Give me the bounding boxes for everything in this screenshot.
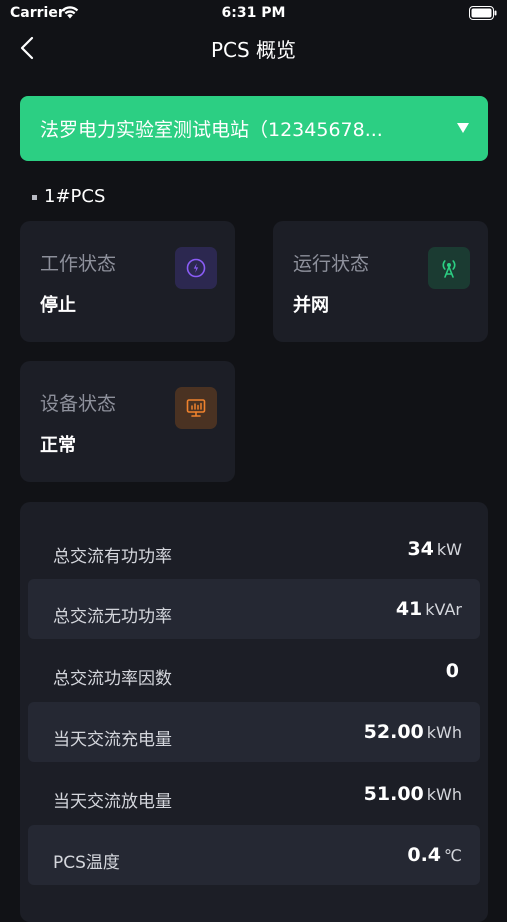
page-title: PCS 概览 xyxy=(210,38,297,62)
metric-unit: ℃ xyxy=(444,846,462,865)
metric-unit: kWh xyxy=(426,785,462,804)
metric-unit: kVAr xyxy=(425,600,462,619)
metric-row-active-power: 总交流有功功率 34 kW xyxy=(28,519,480,579)
metric-label: 当天交流放电量 xyxy=(53,792,172,812)
battery-icon xyxy=(469,6,497,20)
section-bullet xyxy=(32,195,37,200)
card-run-status: 运行状态 并网 xyxy=(273,221,488,342)
card-icon-bg xyxy=(175,387,217,429)
card-label: 工作状态 xyxy=(40,253,117,275)
card-label: 设备状态 xyxy=(40,393,117,415)
metric-label: 总交流无功功率 xyxy=(53,607,172,627)
metric-label: 总交流功率因数 xyxy=(53,669,172,689)
card-work-status: 工作状态 停止 xyxy=(20,221,235,342)
card-value: 并网 xyxy=(293,295,329,316)
metric-unit: kWh xyxy=(426,723,462,742)
metric-row-power-factor: 总交流功率因数 0 xyxy=(28,641,480,701)
card-device-status: 设备状态 正常 xyxy=(20,361,235,482)
card-value: 正常 xyxy=(40,435,76,456)
monitor-chart-icon xyxy=(186,399,206,417)
metric-value: 34 xyxy=(407,538,434,560)
metric-value: 41 xyxy=(395,598,423,620)
metric-row-daily-discharge: 当天交流放电量 51.00 kWh xyxy=(28,764,480,824)
metric-unit: kW xyxy=(436,540,462,559)
nav-bar: PCS 概览 xyxy=(0,26,507,70)
metrics-panel: 总交流有功功率 34 kW 总交流无功功率 41 kVAr 总交流功率因数 0 当天… xyxy=(20,502,488,922)
metric-label: 总交流有功功率 xyxy=(53,547,172,567)
metric-value: 51.00 xyxy=(363,783,424,805)
status-bar: Carrier 6:31 PM xyxy=(0,0,507,26)
section-title: 1#PCS xyxy=(44,186,106,207)
card-icon-bg xyxy=(175,247,217,289)
metric-value: 0 xyxy=(445,660,459,682)
status-time: 6:31 PM xyxy=(221,5,286,21)
card-value: 停止 xyxy=(40,295,76,316)
metric-label: 当天交流充电量 xyxy=(53,730,172,750)
antenna-icon xyxy=(442,260,456,278)
card-label: 运行状态 xyxy=(293,253,370,275)
dropdown-triangle-icon xyxy=(457,123,469,133)
card-icon-bg xyxy=(428,247,470,289)
metric-row-pcs-temperature: PCS温度 0.4 ℃ xyxy=(28,825,480,885)
metric-value: 0.4 xyxy=(407,844,442,866)
power-icon xyxy=(186,258,206,278)
metric-row-daily-charge: 当天交流充电量 52.00 kWh xyxy=(28,702,480,762)
metric-label: PCS温度 xyxy=(53,853,120,873)
station-name: 法罗电力实验室测试电站（12345678... xyxy=(40,119,383,141)
metric-value: 52.00 xyxy=(363,721,424,743)
station-selector[interactable]: 法罗电力实验室测试电站（12345678... xyxy=(20,96,488,161)
metric-row-reactive-power: 总交流无功功率 41 kVAr xyxy=(28,579,480,639)
